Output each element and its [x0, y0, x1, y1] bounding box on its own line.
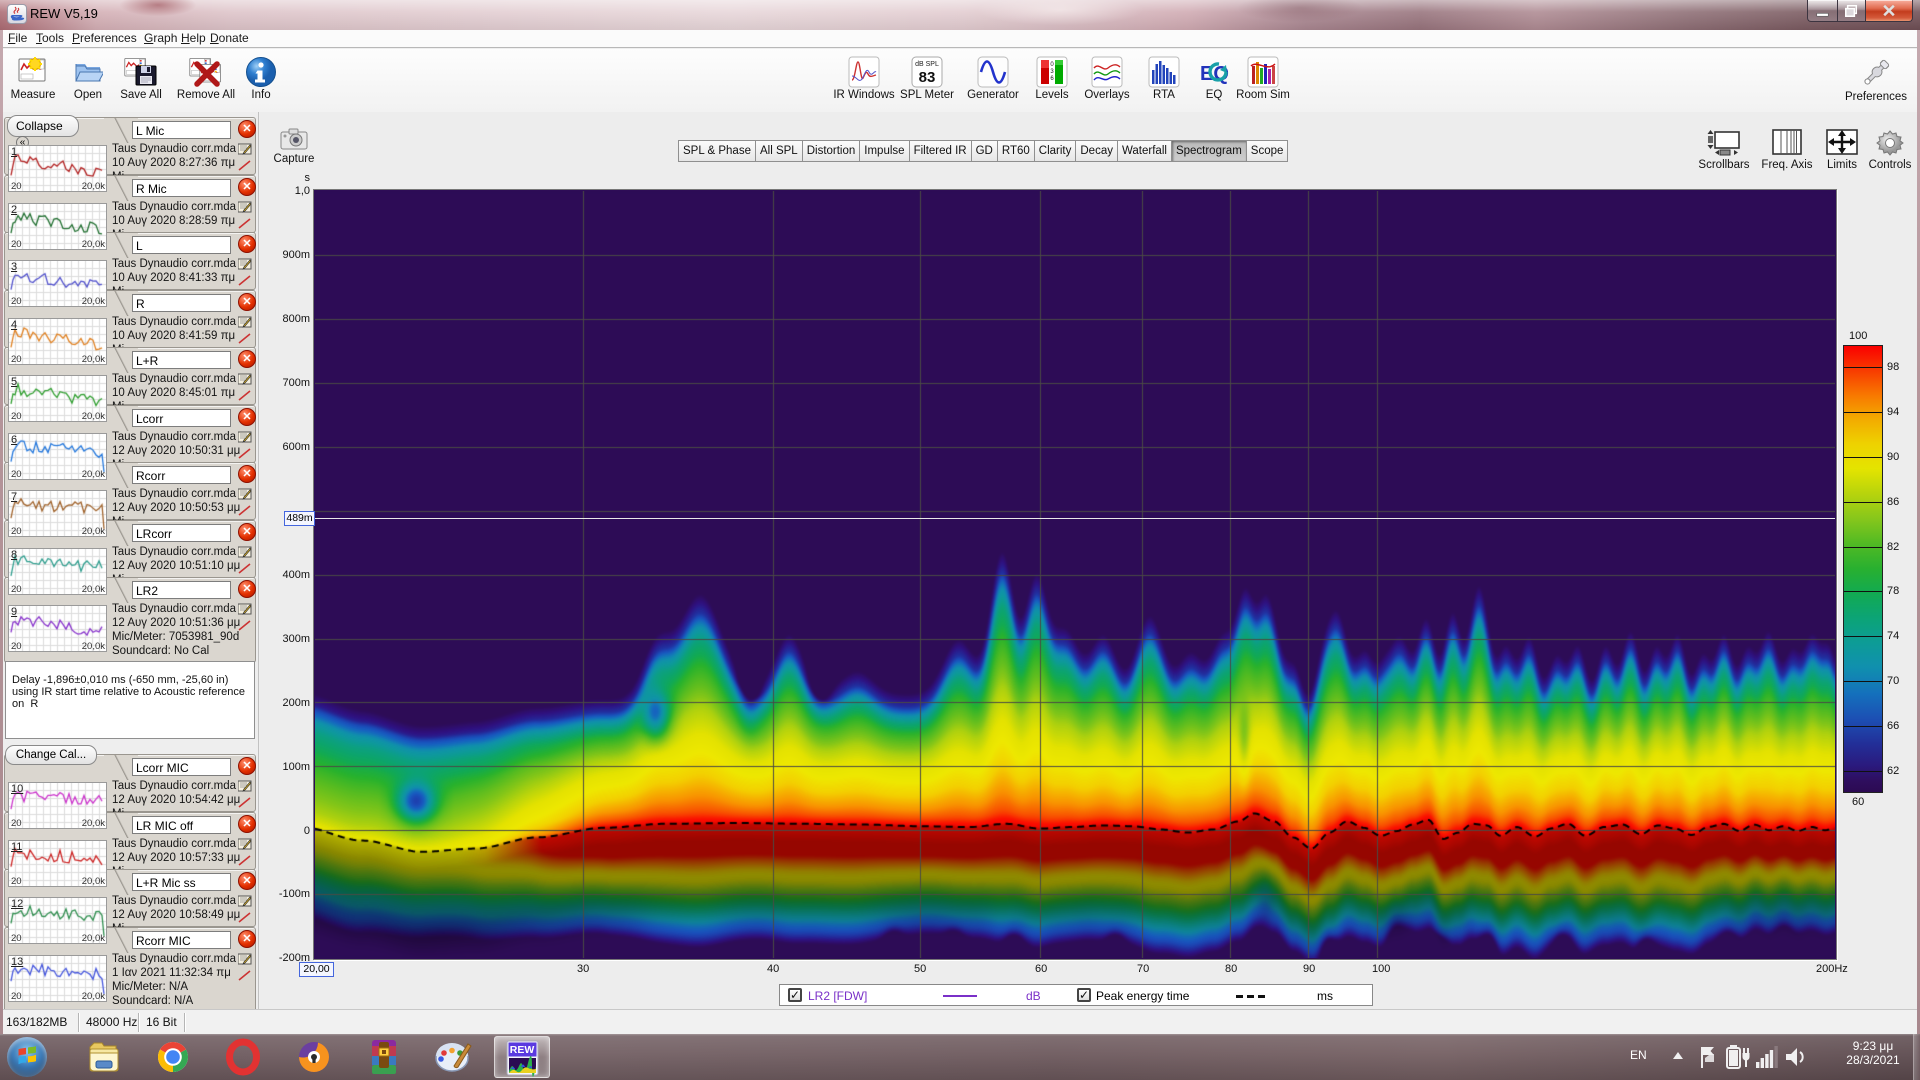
svg-text:83: 83 — [919, 69, 936, 86]
svg-text:dB SPL: dB SPL — [915, 61, 939, 68]
svg-text:REW: REW — [510, 1044, 535, 1056]
